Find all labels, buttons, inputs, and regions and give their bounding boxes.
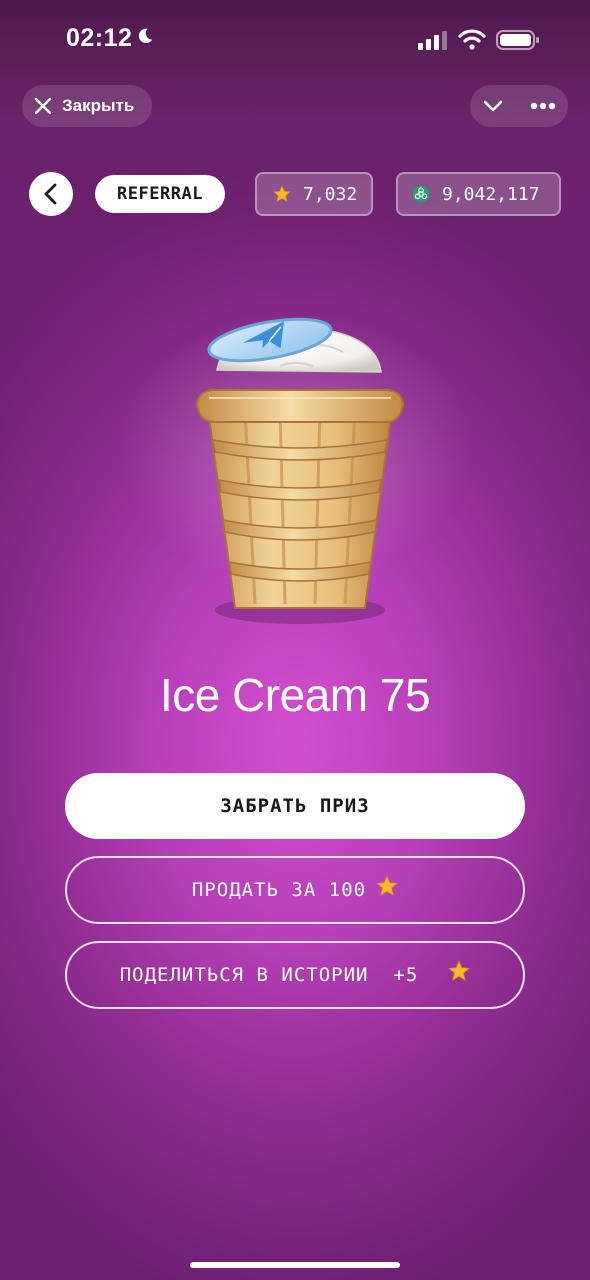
home-indicator[interactable]: [190, 1262, 400, 1268]
status-bar: 02:12: [0, 0, 590, 80]
close-button[interactable]: Закрыть: [22, 85, 152, 127]
moon-icon: [138, 28, 153, 44]
ice-cream-illustration: [195, 317, 405, 624]
back-arrow-icon: [44, 183, 57, 205]
coins-balance-value: 9,042,117: [442, 183, 540, 205]
claim-prize-label: ЗАБРАТЬ ПРИЗ: [220, 795, 370, 817]
claim-prize-button[interactable]: ЗАБРАТЬ ПРИЗ: [65, 773, 525, 839]
biohazard-coin-icon: [412, 185, 430, 203]
wifi-icon: [458, 29, 486, 50]
status-time: 02:12: [66, 24, 133, 52]
sell-label: ПРОДАТЬ ЗА 100: [191, 879, 367, 901]
star-icon: [376, 875, 398, 896]
prize-title: Ice Cream 75: [159, 669, 431, 721]
close-label: Закрыть: [62, 96, 135, 115]
menu-pill: [470, 85, 568, 127]
back-button[interactable]: [29, 172, 73, 216]
chevron-down-icon[interactable]: [482, 95, 504, 117]
sell-button[interactable]: ПРОДАТЬ ЗА 100: [65, 856, 525, 924]
coins-balance[interactable]: 9,042,117: [396, 172, 561, 216]
close-icon: [34, 97, 52, 115]
stars-balance[interactable]: 7,032: [255, 172, 373, 216]
share-story-label: ПОДЕЛИТЬСЯ В ИСТОРИИ +5: [119, 964, 419, 986]
signal-icon: [418, 31, 447, 50]
referral-button[interactable]: REFERRAL: [95, 175, 225, 213]
star-icon: [273, 185, 291, 203]
stars-balance-value: 7,032: [303, 183, 358, 205]
star-icon: [448, 960, 470, 981]
battery-icon: [496, 30, 539, 50]
share-story-button[interactable]: ПОДЕЛИТЬСЯ В ИСТОРИИ +5: [65, 941, 525, 1009]
more-icon[interactable]: [530, 102, 556, 110]
